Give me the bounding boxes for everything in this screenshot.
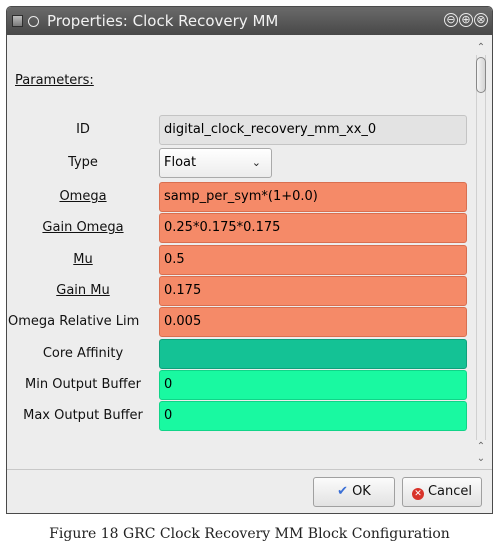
- button-separator: [7, 469, 492, 470]
- type-select-value: Float: [164, 155, 197, 170]
- omega-field[interactable]: samp_per_sym*(1+0.0): [159, 182, 467, 212]
- param-row-type: Type Float ⌄: [8, 148, 474, 178]
- window-title: Properties: Clock Recovery MM: [47, 12, 279, 30]
- param-label-omega-relative-limit: Omega Relative Lim: [8, 314, 140, 329]
- minimize-icon[interactable]: ⊖: [444, 13, 458, 27]
- param-row-omega: Omega samp_per_sym*(1+0.0): [8, 182, 474, 212]
- window-controls: ⊖ ⊕ ⊗: [444, 13, 488, 27]
- param-row-core-affinity: Core Affinity: [8, 339, 474, 369]
- cancel-button[interactable]: ✕ Cancel: [402, 477, 482, 507]
- param-label-type: Type: [68, 155, 98, 170]
- figure-caption: Figure 18 GRC Clock Recovery MM Block Co…: [49, 526, 450, 542]
- gain-mu-field[interactable]: 0.175: [159, 276, 467, 306]
- ok-button-label: OK: [352, 484, 371, 499]
- param-label-id: ID: [76, 122, 90, 137]
- min-output-buffer-field[interactable]: 0: [159, 370, 467, 400]
- param-row-gain-mu: Gain Mu 0.175: [8, 276, 474, 306]
- vertical-scrollbar[interactable]: ⌃ ⌃ ⌄: [473, 41, 489, 466]
- param-label-max-output-buffer: Max Output Buffer: [23, 408, 143, 423]
- scroll-up-icon[interactable]: ⌃: [473, 41, 489, 55]
- ok-button[interactable]: ✔ OK: [313, 477, 395, 507]
- maximize-icon[interactable]: ⊕: [459, 13, 473, 27]
- param-row-id: ID digital_clock_recovery_mm_xx_0: [8, 115, 474, 145]
- param-row-min-output-buffer: Min Output Buffer 0: [8, 370, 474, 400]
- scroll-thumb[interactable]: [476, 57, 486, 93]
- omega-relative-limit-field[interactable]: 0.005: [159, 307, 467, 337]
- properties-dialog: Properties: Clock Recovery MM ⊖ ⊕ ⊗ Para…: [6, 6, 493, 514]
- param-row-mu: Mu 0.5: [8, 245, 474, 275]
- checkmark-icon: ✔: [337, 484, 349, 499]
- close-icon[interactable]: ⊗: [474, 13, 488, 27]
- parameters-panel: Parameters: ID digital_clock_recovery_mm…: [8, 41, 473, 461]
- param-row-gain-omega: Gain Omega 0.25*0.175*0.175: [8, 213, 474, 243]
- cancel-button-label: Cancel: [427, 484, 473, 499]
- param-label-gain-omega: Gain Omega: [42, 220, 124, 235]
- parameters-tab[interactable]: Parameters:: [15, 73, 94, 88]
- title-bar[interactable]: Properties: Clock Recovery MM ⊖ ⊕ ⊗: [7, 7, 492, 35]
- id-field[interactable]: digital_clock_recovery_mm_xx_0: [159, 115, 467, 145]
- param-row-max-output-buffer: Max Output Buffer 0: [8, 401, 474, 431]
- type-select[interactable]: Float ⌄: [159, 148, 272, 178]
- param-label-omega: Omega: [59, 189, 107, 204]
- param-label-core-affinity: Core Affinity: [42, 346, 124, 361]
- chevron-down-icon: ⌄: [251, 156, 261, 169]
- pin-icon[interactable]: [28, 15, 39, 27]
- param-label-mu: Mu: [73, 252, 93, 267]
- scroll-down-icon[interactable]: ⌄: [473, 452, 489, 466]
- param-row-omega-relative-limit: Omega Relative Lim 0.005: [8, 307, 474, 337]
- cancel-icon: ✕: [411, 488, 424, 500]
- max-output-buffer-field[interactable]: 0: [159, 401, 467, 431]
- param-label-gain-mu: Gain Mu: [56, 283, 110, 298]
- core-affinity-field[interactable]: [159, 339, 467, 369]
- mu-field[interactable]: 0.5: [159, 245, 467, 275]
- param-label-min-output-buffer: Min Output Buffer: [25, 377, 141, 392]
- scroll-track[interactable]: [476, 55, 486, 440]
- gain-omega-field[interactable]: 0.25*0.175*0.175: [159, 213, 467, 243]
- app-icon[interactable]: [12, 15, 23, 27]
